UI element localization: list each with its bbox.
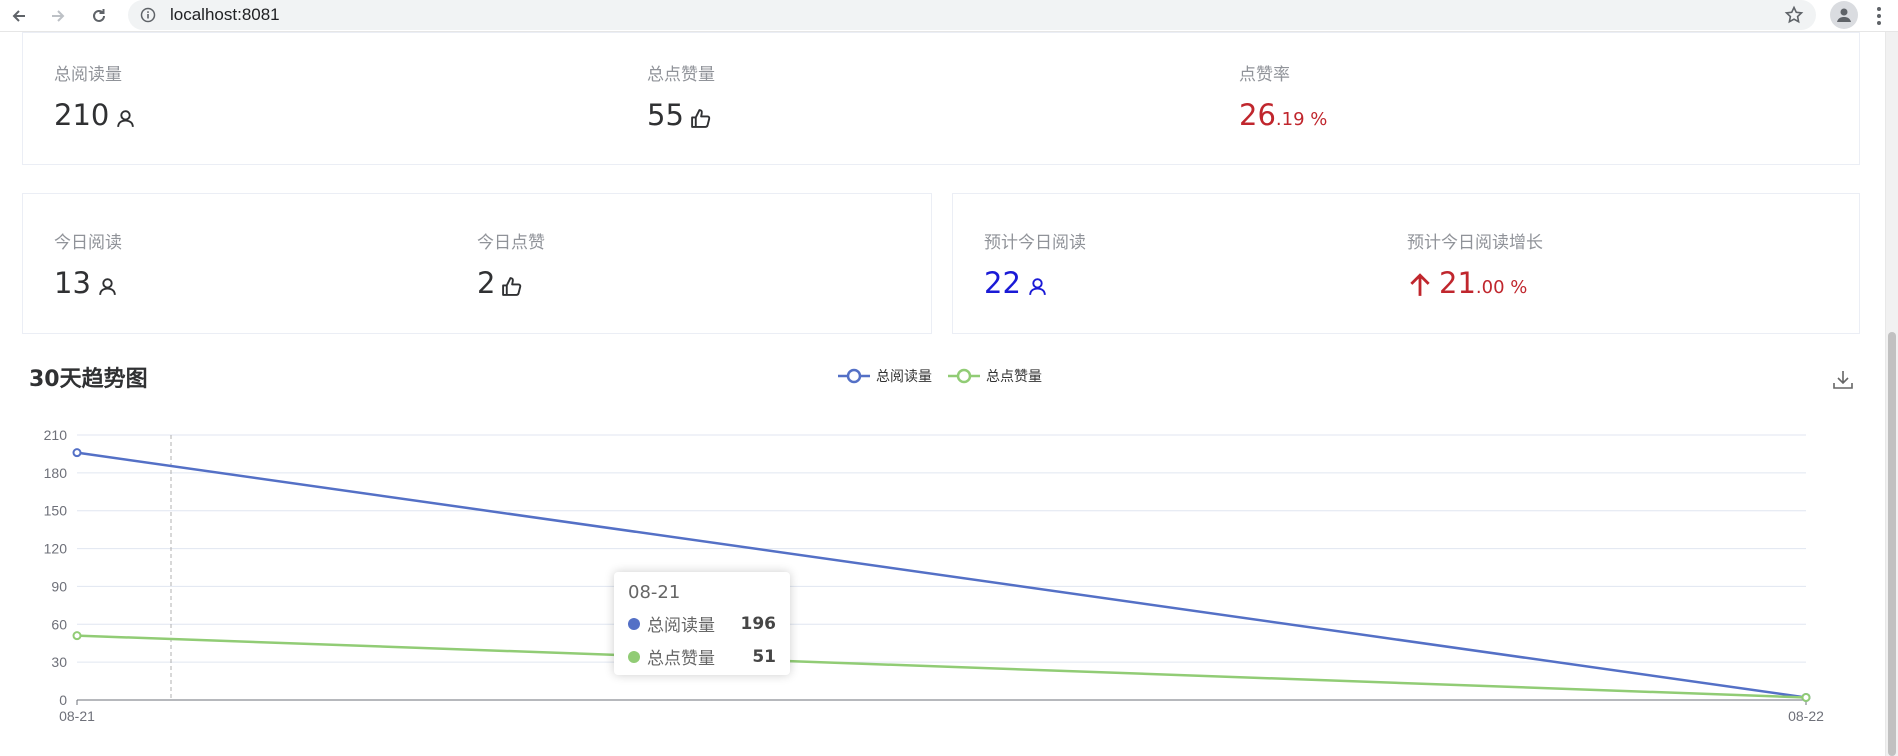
series-dot-icon [628,617,640,630]
data-point-likes [72,631,82,641]
more-menu-icon[interactable] [1874,4,1884,28]
tooltip-series-name: 总点赞量 [647,649,715,669]
y-tick-label: 90 [51,578,67,594]
forecast-growth-int: 21 [1439,266,1476,300]
today-likes-stat: 今日点赞 2 [477,228,545,300]
arrow-up-icon [1410,273,1430,296]
forecast-growth-frac: .00 % [1475,277,1528,298]
user-icon [99,277,116,295]
forecast-card: 预计今日阅读 22 预计今日阅读增长 21.00 % [952,193,1860,334]
forecast-reads-stat: 预计今日阅读 22 [984,228,1086,300]
today-card: 今日阅读 13 今日点赞 2 [22,193,932,334]
forward-arrow-icon[interactable] [45,3,71,29]
page-scrollbar[interactable] [1885,32,1898,756]
back-arrow-icon[interactable] [6,3,32,29]
tooltip-title: 08-21 [628,582,681,603]
like-rate-value-row: 26.19 % [1239,98,1327,132]
forecast-reads-value-row: 22 [984,266,1086,300]
bookmark-star-icon[interactable] [1784,5,1804,25]
today-reads-label: 今日阅读 [54,233,122,253]
chart-tooltip: 08-21 总阅读量 196 总点赞量 51 [614,572,790,675]
thumbs-up-icon [691,108,711,128]
tooltip-series-value: 196 [740,613,777,634]
total-likes-value: 55 [647,98,684,132]
totals-card: 总阅读量 210 总点赞量 55 点赞率 26.19 % [22,32,1860,165]
user-icon [117,109,135,127]
tooltip-series-value: 51 [752,646,776,667]
address-bar[interactable]: localhost:8081 [128,0,1816,30]
today-likes-label: 今日点赞 [477,233,545,253]
total-likes-stat: 总点赞量 55 [647,60,715,132]
today-likes-value-row: 2 [477,266,545,300]
tooltip-row-reads: 总阅读量 196 [628,611,776,636]
y-tick-label: 150 [44,503,68,519]
profile-avatar-icon[interactable] [1830,1,1858,29]
data-point-likes [1801,692,1811,702]
user-icon [1029,277,1046,295]
x-tick-label: 08-22 [1788,708,1824,724]
total-likes-label: 总点赞量 [647,65,715,85]
y-tick-label: 120 [44,541,68,557]
y-tick-label: 210 [44,427,68,443]
today-reads-value: 13 [54,266,91,300]
y-tick-label: 180 [44,465,68,481]
total-reads-value-row: 210 [54,98,136,132]
reload-icon[interactable] [86,3,112,29]
legend-label-reads: 总阅读量 [876,369,932,385]
forecast-reads-value: 22 [984,266,1021,300]
total-reads-value: 210 [54,98,110,132]
like-rate-int: 26 [1239,98,1276,132]
legend-label-likes: 总点赞量 [986,369,1042,385]
forecast-growth-stat: 预计今日阅读增长 21.00 % [1407,228,1543,300]
browser-toolbar: localhost:8081 [0,0,1898,32]
url-text[interactable]: localhost:8081 [170,5,280,25]
like-rate-stat: 点赞率 26.19 % [1239,60,1327,132]
legend-item-reads[interactable]: 总阅读量 [838,366,932,386]
legend-line-circle-icon [948,368,980,384]
like-rate-label: 点赞率 [1239,65,1290,85]
y-tick-label: 30 [51,654,67,670]
like-rate-frac: .19 % [1275,109,1328,130]
today-reads-stat: 今日阅读 13 [54,228,122,300]
total-reads-label: 总阅读量 [54,65,122,85]
legend-line-circle-icon [838,368,870,384]
series-line-reads [76,451,1807,699]
y-tick-label: 0 [59,692,67,708]
data-point-reads [72,448,82,458]
y-tick-label: 60 [51,616,67,632]
tooltip-series-name: 总阅读量 [647,616,715,636]
series-dot-icon [628,650,640,663]
total-likes-value-row: 55 [647,98,715,132]
chart-title: 30天趋势图 [29,367,148,392]
x-tick-label: 08-21 [59,708,95,724]
scrollbar-thumb[interactable] [1888,332,1896,756]
total-reads-stat: 总阅读量 210 [54,60,136,132]
tooltip-row-likes: 总点赞量 51 [628,644,776,669]
info-icon[interactable] [140,7,156,23]
today-likes-value: 2 [477,266,496,300]
download-icon[interactable] [1832,369,1854,391]
data-point-reads [1801,692,1811,702]
forecast-reads-label: 预计今日阅读 [984,233,1086,253]
forecast-growth-label: 预计今日阅读增长 [1407,233,1543,253]
forecast-growth-value-row: 21.00 % [1407,266,1543,300]
today-reads-value-row: 13 [54,266,122,300]
series-line-likes [76,634,1807,699]
legend-item-likes[interactable]: 总点赞量 [948,366,1042,386]
thumbs-up-icon [502,276,522,296]
